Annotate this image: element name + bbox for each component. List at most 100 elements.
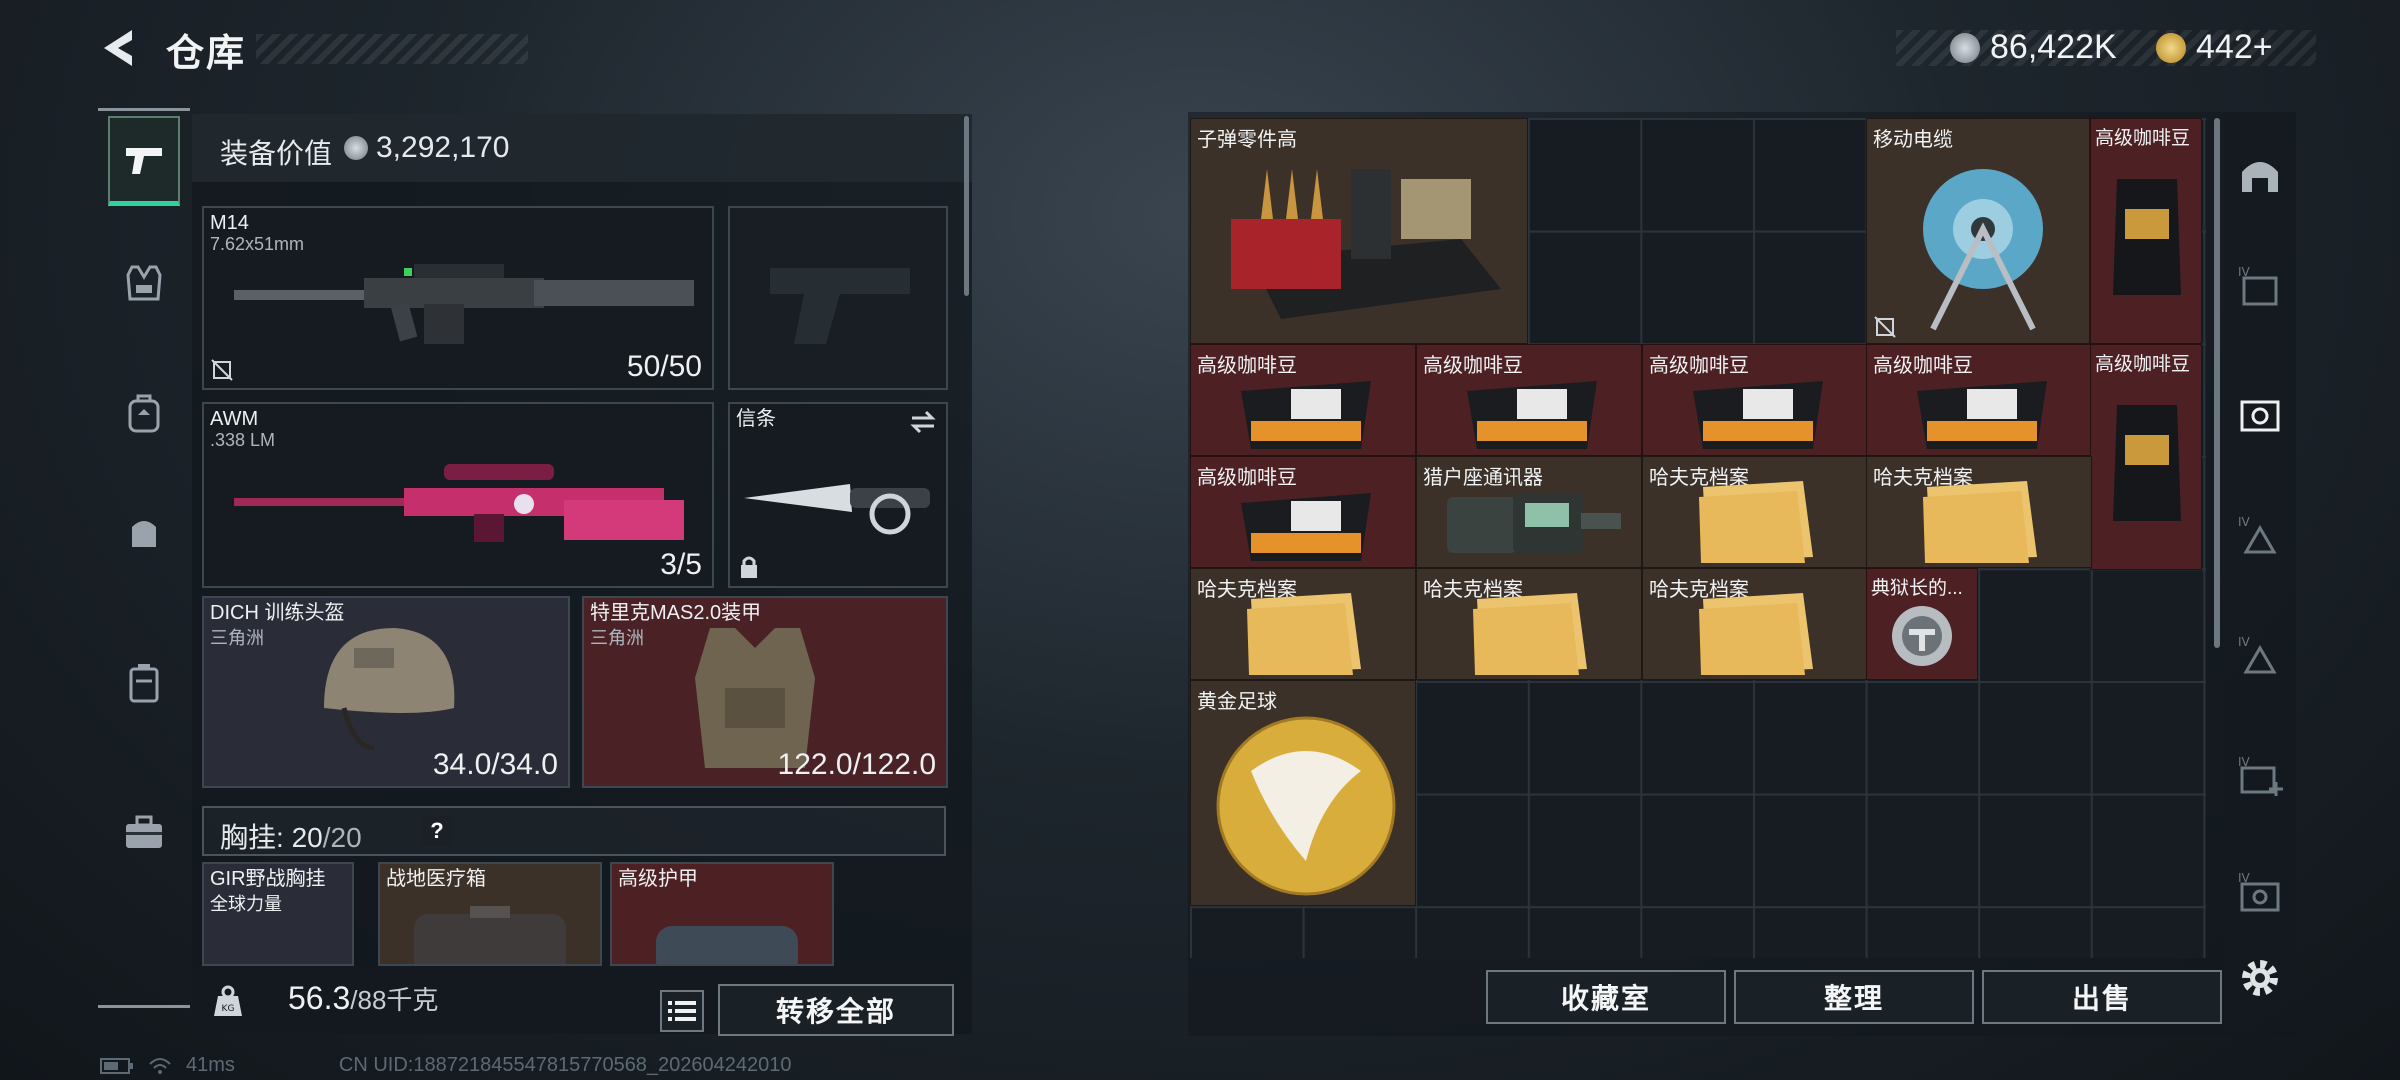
transfer-all-button[interactable]: 转移全部 bbox=[718, 984, 954, 1036]
back-arrow-icon bbox=[104, 30, 132, 66]
item-name: 战地医疗箱 bbox=[386, 868, 486, 890]
page-title: 仓库 bbox=[166, 33, 247, 75]
stash-item[interactable]: 高级咖啡豆 bbox=[2090, 344, 2202, 570]
chest-item-slot[interactable]: 战地医疗箱 bbox=[378, 862, 602, 966]
pouch-icon bbox=[132, 521, 156, 547]
toolbox-icon bbox=[126, 815, 162, 848]
stash-item[interactable]: 高级咖啡豆 bbox=[2090, 118, 2202, 344]
shelter-icon bbox=[2242, 162, 2278, 192]
max-weight: /88千克 bbox=[350, 985, 439, 1015]
silver-coin-icon bbox=[344, 136, 368, 160]
user-uid: CN UID:188721845547815770568_20260424201… bbox=[338, 1054, 792, 1076]
armor-slot[interactable]: 特里克MAS2.0装甲 三角洲 122.0/122.0 bbox=[582, 596, 948, 788]
stash-scrollbar[interactable] bbox=[2214, 118, 2220, 648]
coffee-pack-icon bbox=[1917, 381, 2047, 449]
stash-item[interactable]: 哈夫克档案 bbox=[1190, 568, 1416, 680]
stash-item[interactable]: 猎户座通讯器 bbox=[1416, 456, 1642, 568]
equipment-value-header: 装备价值 3,292,170 bbox=[192, 114, 972, 182]
stash-item[interactable]: 子弹零件高 bbox=[1190, 118, 1528, 344]
melee-name: 信条 bbox=[736, 408, 776, 430]
coffee-bag-icon bbox=[2113, 179, 2181, 295]
documents-icon bbox=[1473, 593, 1587, 675]
stash-tab-iv-5[interactable]: IV bbox=[2236, 868, 2284, 916]
melee-slot[interactable]: 信条 bbox=[728, 402, 948, 588]
stash-item[interactable]: 黄金足球 bbox=[1190, 680, 1416, 906]
armor-brand: 三角洲 bbox=[590, 628, 644, 648]
category-sidebar bbox=[98, 108, 190, 1008]
title-decoration bbox=[256, 34, 528, 64]
status-bar: 41ms CN UID:188721845547815770568_202604… bbox=[100, 1054, 792, 1077]
swap-icon[interactable] bbox=[908, 410, 938, 434]
list-icon bbox=[668, 1001, 696, 1021]
stash-item[interactable]: 哈夫克档案 bbox=[1866, 456, 2092, 568]
chest-item-slot[interactable]: 高级护甲 bbox=[610, 862, 834, 966]
sell-button[interactable]: 出售 bbox=[1982, 970, 2222, 1024]
helmet-durability: 34.0/34.0 bbox=[432, 748, 558, 781]
coffee-bag-icon bbox=[2113, 405, 2181, 521]
coffee-pack-icon bbox=[1693, 381, 1823, 449]
pistol-placeholder-icon bbox=[770, 268, 910, 344]
help-button[interactable]: ? bbox=[422, 816, 452, 846]
nav-toolbox[interactable] bbox=[108, 788, 180, 878]
sort-button[interactable]: 整理 bbox=[1734, 970, 1974, 1024]
ammo-parts-icon bbox=[1231, 169, 1501, 319]
storage-tier-icon: IV bbox=[2238, 755, 2283, 796]
stash-item[interactable]: 哈夫克档案 bbox=[1416, 568, 1642, 680]
stash-item[interactable]: 哈夫克档案 bbox=[1642, 568, 1868, 680]
svg-text:KG: KG bbox=[222, 1004, 235, 1014]
nav-backpack[interactable] bbox=[108, 368, 180, 458]
pistol-icon bbox=[126, 147, 162, 174]
nav-case[interactable] bbox=[108, 638, 180, 728]
chest-rig-slot[interactable]: GIR野战胸挂 全球力量 bbox=[202, 862, 354, 966]
pistol-slot[interactable] bbox=[728, 206, 948, 390]
svg-text:IV: IV bbox=[2238, 515, 2251, 529]
stash-sidebar: IV IV IV IV IV bbox=[2224, 112, 2296, 1032]
stash-item[interactable]: 高级咖啡豆 bbox=[1642, 344, 1868, 456]
stash-item[interactable]: 高级咖啡豆 bbox=[1416, 344, 1642, 456]
medal-icon bbox=[1892, 606, 1952, 666]
stash-item[interactable]: 高级咖啡豆 bbox=[1190, 456, 1416, 568]
chest-rig-max: /20 bbox=[322, 822, 362, 853]
storage-tier-icon bbox=[2240, 400, 2280, 432]
equipment-scrollbar[interactable] bbox=[964, 116, 969, 296]
medkit-icon bbox=[414, 906, 566, 964]
rifle-icon bbox=[234, 264, 694, 344]
stash-tab-active[interactable] bbox=[2236, 390, 2284, 438]
storage-tier-icon: IV bbox=[2238, 635, 2277, 674]
communicator-icon bbox=[1447, 493, 1621, 553]
nav-pouch[interactable] bbox=[108, 488, 180, 578]
helmet-slot[interactable]: DICH 训练头盔 三角洲 34.0/34.0 bbox=[202, 596, 570, 788]
documents-icon bbox=[1699, 593, 1813, 675]
current-weight: 56.3 bbox=[288, 980, 351, 1016]
coffee-pack-icon bbox=[1241, 493, 1371, 561]
weight-icon: KG bbox=[214, 985, 242, 1016]
gear-icon bbox=[2242, 960, 2278, 996]
equipment-panel: 装备价值 3,292,170 M14 7.62x51mm 50/50 AWM .… bbox=[192, 114, 972, 1036]
cable-reel-icon bbox=[1923, 169, 2043, 331]
ammo-count: 3/5 bbox=[660, 548, 702, 581]
list-view-button[interactable] bbox=[660, 990, 704, 1032]
primary-weapon-slot[interactable]: M14 7.62x51mm 50/50 bbox=[202, 206, 714, 390]
stash-item[interactable]: 哈夫克档案 bbox=[1642, 456, 1868, 568]
stash-tab-iv-1[interactable]: IV bbox=[2236, 262, 2284, 310]
stash-tab-iv-4[interactable]: IV bbox=[2236, 752, 2284, 800]
stash-item[interactable]: 高级咖啡豆 bbox=[1190, 344, 1416, 456]
nav-weapons[interactable] bbox=[108, 116, 180, 206]
storage-tier-icon: IV bbox=[2238, 871, 2280, 912]
stash-tab-home[interactable] bbox=[2236, 150, 2284, 198]
gold-currency[interactable]: 442+ bbox=[2156, 28, 2273, 67]
stash-tab-iv-3[interactable]: IV bbox=[2236, 632, 2284, 680]
chest-rig-label: 胸挂: bbox=[220, 822, 284, 853]
back-button[interactable] bbox=[98, 26, 138, 70]
secondary-weapon-slot[interactable]: AWM .338 LM 3/5 bbox=[202, 402, 714, 588]
stash-item[interactable]: 移动电缆 bbox=[1866, 118, 2090, 344]
coffee-pack-icon bbox=[1467, 381, 1597, 449]
stash-item[interactable]: 典狱长的... bbox=[1866, 568, 1978, 680]
sniper-rifle-icon bbox=[234, 464, 684, 542]
collection-room-button[interactable]: 收藏室 bbox=[1486, 970, 1726, 1024]
ammo-count: 50/50 bbox=[626, 350, 702, 383]
settings-button[interactable] bbox=[2236, 954, 2284, 1002]
stash-tab-iv-2[interactable]: IV bbox=[2236, 512, 2284, 560]
stash-item[interactable]: 高级咖啡豆 bbox=[1866, 344, 2092, 456]
nav-vest[interactable] bbox=[108, 238, 180, 328]
